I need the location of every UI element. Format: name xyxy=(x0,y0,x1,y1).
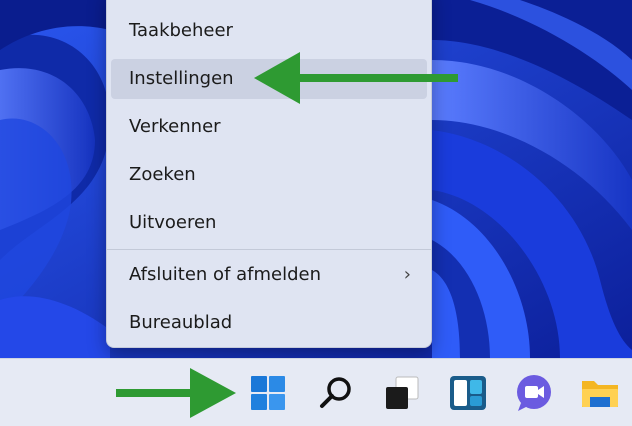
widgets-icon[interactable] xyxy=(448,373,488,413)
menu-item-uitvoeren[interactable]: Uitvoeren xyxy=(111,203,427,243)
menu-item-label: Afsluiten of afmelden xyxy=(129,264,322,285)
file-explorer-icon[interactable] xyxy=(580,373,620,413)
menu-item-label: Bureaublad xyxy=(129,312,233,333)
menu-item-zoeken[interactable]: Zoeken xyxy=(111,155,427,195)
menu-item-taakbeheer[interactable]: Taakbeheer xyxy=(111,11,427,51)
windows-start-icon[interactable] xyxy=(248,373,288,413)
menu-item-label: Taakbeheer xyxy=(129,20,233,41)
taskbar xyxy=(0,358,632,426)
menu-item-afsluiten-of-afmelden[interactable]: Afsluiten of afmelden › xyxy=(111,255,427,295)
menu-separator xyxy=(107,249,431,250)
annotation-arrow-start xyxy=(116,368,236,418)
task-view-icon[interactable] xyxy=(382,373,422,413)
menu-item-label: Uitvoeren xyxy=(129,212,217,233)
annotation-arrow-settings xyxy=(254,52,458,104)
search-icon[interactable] xyxy=(316,373,356,413)
menu-item-bureaublad[interactable]: Bureaublad xyxy=(111,303,427,343)
menu-item-label: Verkenner xyxy=(129,116,221,137)
menu-item-verkenner[interactable]: Verkenner xyxy=(111,107,427,147)
menu-item-label: Instellingen xyxy=(129,68,234,89)
menu-item-label: Zoeken xyxy=(129,164,196,185)
teams-chat-icon[interactable] xyxy=(514,373,554,413)
chevron-right-icon: › xyxy=(403,264,411,285)
desktop-screen: Taakbeheer Instellingen Verkenner Zoeken… xyxy=(0,0,632,426)
